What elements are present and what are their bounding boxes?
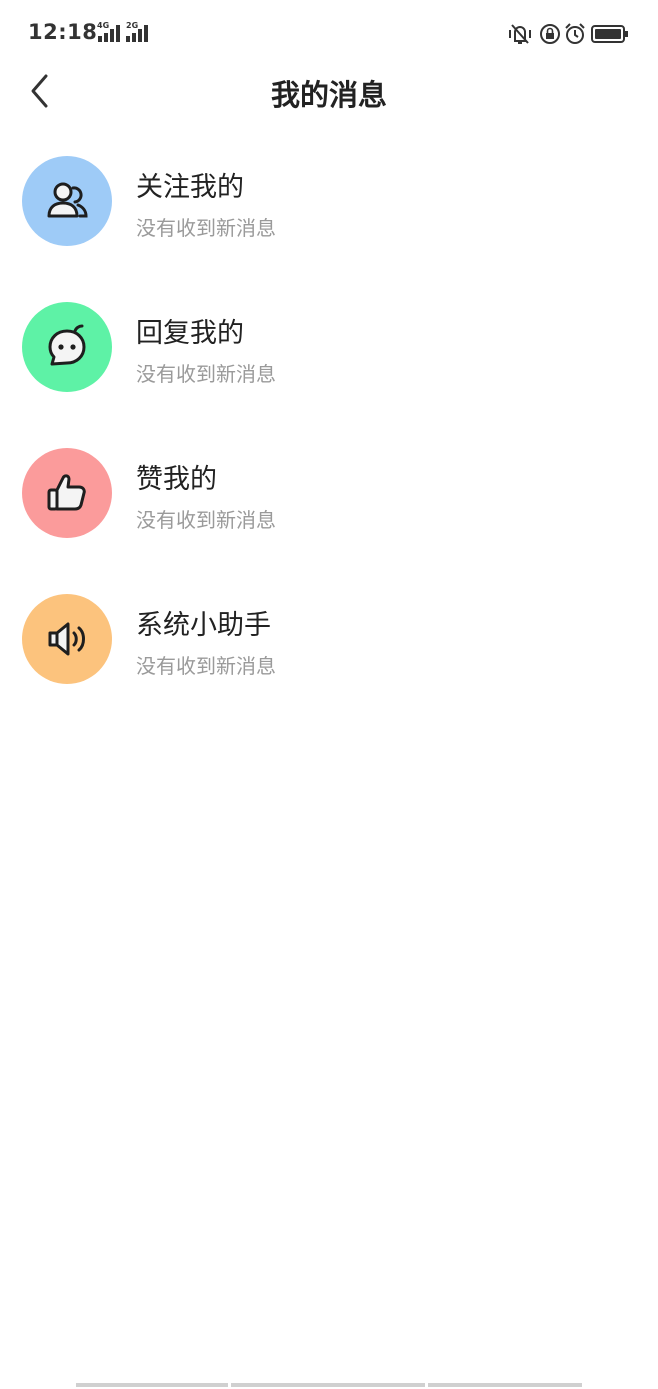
followers-avatar [22,156,112,246]
speaker-icon [48,622,85,656]
chat-bubble-icon [48,324,86,366]
users-icon [47,182,88,218]
signal-2g-icon: 2G [124,21,154,43]
bottom-bar [231,1383,425,1387]
alarm-icon [565,23,585,44]
message-list: 关注我的 没有收到新消息 回复我的 没有收到新消息 赞我的 没有收到新消息 系统… [0,148,658,732]
message-item-system-assistant[interactable]: 系统小助手 没有收到新消息 [0,586,658,732]
message-title: 回复我的 [136,318,244,349]
message-subtitle: 没有收到新消息 [136,362,276,386]
vibrate-mute-icon [509,24,531,44]
message-subtitle: 没有收到新消息 [136,216,276,240]
message-title: 关注我的 [136,172,244,203]
status-time: 12:18 [28,20,98,44]
message-subtitle: 没有收到新消息 [136,508,276,532]
status-bar: 12:18 4G 2G [0,0,658,66]
signal-4g-icon: 4G [94,21,124,43]
system-assistant-avatar [22,594,112,684]
replies-avatar [22,302,112,392]
bottom-bar [76,1383,228,1387]
bottom-indicator [76,1383,582,1387]
rotation-lock-icon [540,24,560,44]
message-subtitle: 没有收到新消息 [136,654,276,678]
message-item-likes[interactable]: 赞我的 没有收到新消息 [0,440,658,586]
message-title: 系统小助手 [136,610,271,641]
message-title: 赞我的 [136,464,217,495]
bottom-bar [428,1383,582,1387]
header: 我的消息 [0,66,658,116]
message-item-followers[interactable]: 关注我的 没有收到新消息 [0,148,658,294]
likes-avatar [22,448,112,538]
thumbs-up-icon [47,474,86,511]
battery-icon [591,25,628,43]
message-item-replies[interactable]: 回复我的 没有收到新消息 [0,294,658,440]
page-title: 我的消息 [270,78,387,112]
